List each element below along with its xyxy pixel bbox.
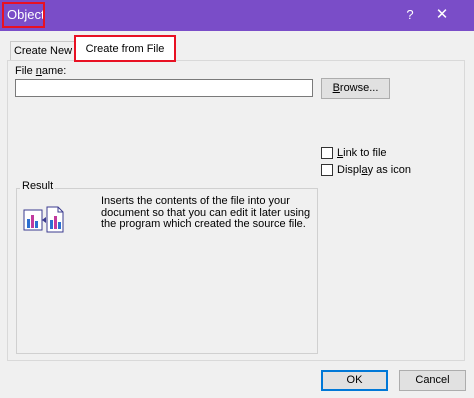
insert-file-icon [23,205,65,238]
close-button[interactable]: ✕ [432,5,452,25]
display-as-icon-label[interactable]: Display as icon [337,164,411,176]
ok-button[interactable]: OK [321,370,388,391]
result-caption: Result [20,180,56,192]
help-button[interactable]: ? [400,5,420,25]
tab-create-from-file[interactable]: Create from File [74,35,176,62]
file-name-input[interactable] [15,79,313,97]
file-name-label: File name: [15,65,67,77]
link-to-file-label[interactable]: Link to file [337,147,387,159]
tab-create-new[interactable]: Create New [10,41,76,61]
result-description: Inserts the contents of the file into yo… [101,195,311,230]
link-to-file-checkbox[interactable] [321,147,333,159]
title-highlight-box [2,2,45,28]
title-bar: Object ? ✕ [0,0,474,31]
cancel-button[interactable]: Cancel [399,370,466,391]
display-as-icon-checkbox[interactable] [321,164,333,176]
browse-button[interactable]: Browse... [321,78,390,99]
